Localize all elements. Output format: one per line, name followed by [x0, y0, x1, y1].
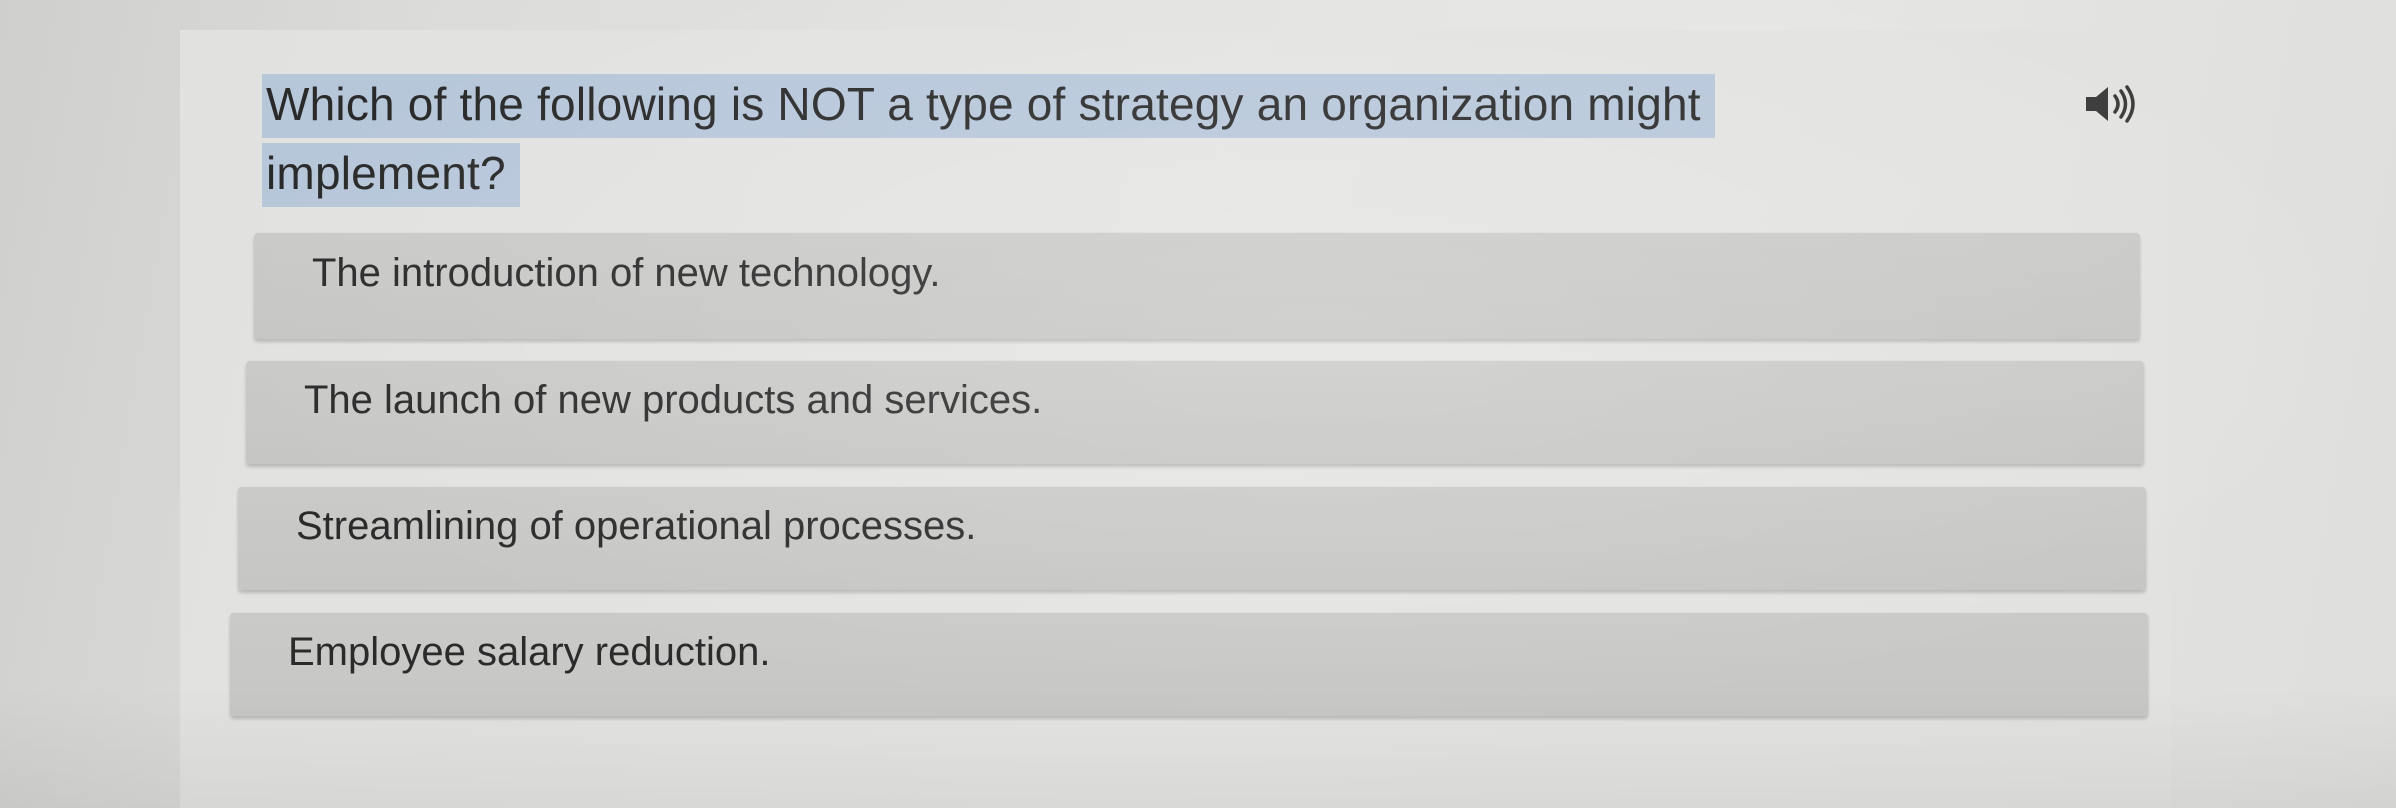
- answer-option-label: Streamlining of operational processes.: [296, 503, 977, 548]
- answer-option-label: The launch of new products and services.: [304, 377, 1043, 422]
- answer-option-3[interactable]: Streamlining of operational processes.: [238, 486, 2146, 590]
- answer-option-2[interactable]: The launch of new products and services.: [246, 360, 2144, 464]
- audio-button[interactable]: [2082, 82, 2142, 126]
- speaker-icon: [2086, 85, 2135, 123]
- question-text: Which of the following is NOT a type of …: [262, 74, 1715, 207]
- question-text-container: Which of the following is NOT a type of …: [262, 70, 1882, 208]
- answer-option-1[interactable]: The introduction of new technology.: [254, 232, 2140, 339]
- answer-option-label: Employee salary reduction.: [288, 629, 771, 674]
- answer-option-label: The introduction of new technology.: [312, 251, 941, 295]
- answer-option-4[interactable]: Employee salary reduction.: [230, 612, 2148, 716]
